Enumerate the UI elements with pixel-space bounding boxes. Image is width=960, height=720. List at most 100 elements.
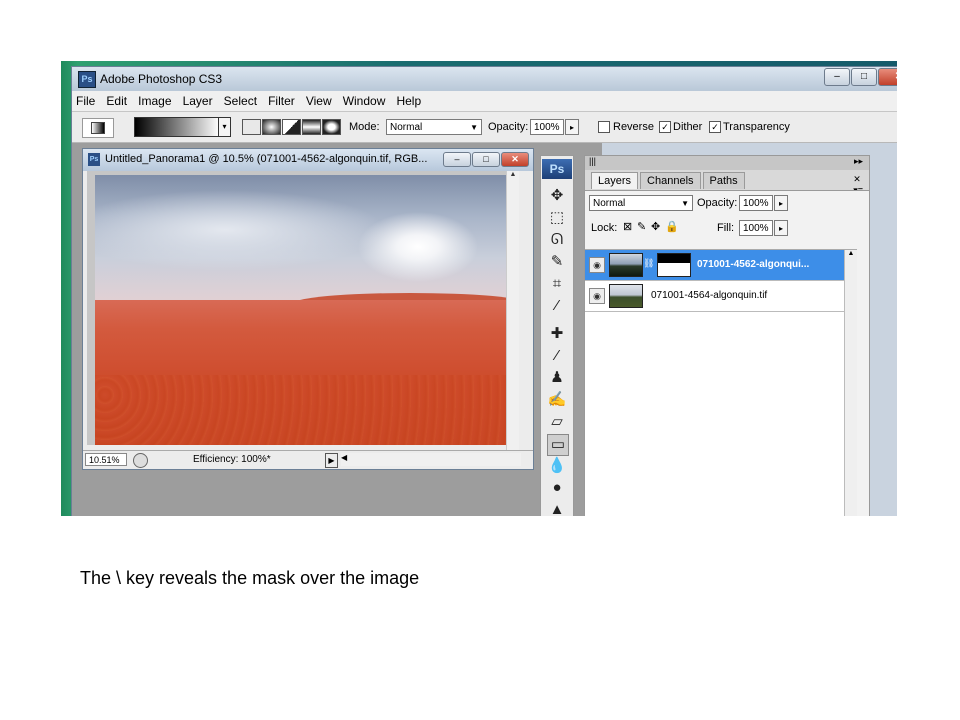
menu-view[interactable]: View bbox=[302, 91, 336, 108]
vertical-scrollbar[interactable]: ▲ ▼ bbox=[506, 171, 519, 467]
efficiency-status: Efficiency: 100%* bbox=[193, 454, 271, 465]
brush-tool-icon[interactable]: ⁄ bbox=[547, 346, 567, 366]
clone-stamp-tool-icon[interactable]: ♟ bbox=[547, 368, 567, 388]
opacity-input[interactable]: 100% bbox=[530, 119, 564, 135]
marquee-tool-icon[interactable]: ⬚ bbox=[547, 208, 567, 228]
history-brush-tool-icon[interactable]: ✍ bbox=[547, 390, 567, 410]
lasso-tool-icon[interactable]: ᘏ bbox=[547, 230, 567, 250]
layer-opacity-arrow-icon[interactable]: ▸ bbox=[774, 195, 788, 211]
blend-mode-select[interactable]: Normal ▼ bbox=[589, 195, 693, 211]
dodge-tool-icon[interactable]: ● bbox=[547, 478, 567, 498]
layers-scrollbar[interactable]: ▲ bbox=[844, 250, 857, 516]
horizontal-scrollbar[interactable]: ◀ bbox=[341, 453, 521, 466]
fill-input[interactable]: 100% bbox=[739, 220, 773, 236]
canvas-area[interactable]: ▲ ▼ bbox=[87, 171, 519, 467]
reflected-gradient-icon[interactable] bbox=[302, 119, 321, 135]
eraser-tool-icon[interactable]: ▱ bbox=[547, 412, 567, 432]
tab-paths[interactable]: Paths bbox=[702, 172, 745, 189]
mode-label: Mode: bbox=[349, 121, 380, 133]
gradient-tool-preset-icon[interactable] bbox=[82, 118, 114, 138]
menu-filter[interactable]: Filter bbox=[264, 91, 299, 108]
maximize-button[interactable]: □ bbox=[851, 68, 877, 86]
document-title-bar: Ps Untitled_Panorama1 @ 10.5% (071001-45… bbox=[83, 149, 533, 171]
lock-position-icon[interactable]: ✥ bbox=[651, 220, 660, 233]
lock-image-icon[interactable]: ✎ bbox=[637, 220, 646, 233]
visibility-eye-icon[interactable]: ◉ bbox=[589, 257, 605, 273]
screenshot: Ps Adobe Photoshop CS3 – □ ✕ File Edit I… bbox=[61, 61, 897, 516]
photoshop-app-icon: Ps bbox=[78, 71, 96, 88]
close-button[interactable]: ✕ bbox=[878, 68, 897, 86]
crop-tool-icon[interactable]: ⌗ bbox=[547, 274, 567, 294]
options-bar: ▾ Mode: Normal ▼ Opacity: 100% ▸ Reverse… bbox=[72, 112, 897, 143]
collapse-panel-icon[interactable]: ▸▸ bbox=[854, 156, 863, 167]
layers-panel: ||| ▸▸ Layers Channels Paths ✕▾≡ Normal … bbox=[584, 155, 870, 516]
status-menu-arrow-icon[interactable]: ▶ bbox=[325, 453, 338, 468]
minimize-button[interactable]: – bbox=[824, 68, 850, 86]
blend-mode-value: Normal bbox=[593, 198, 626, 209]
reverse-checkbox[interactable] bbox=[598, 121, 610, 133]
lock-all-icon[interactable]: 🔒 bbox=[665, 220, 679, 233]
document-title: Untitled_Panorama1 @ 10.5% (071001-4562-… bbox=[105, 153, 428, 165]
dither-label: Dither bbox=[673, 121, 703, 133]
slide-caption: The \ key reveals the mask over the imag… bbox=[80, 568, 420, 588]
window-title: Adobe Photoshop CS3 bbox=[100, 72, 223, 86]
layer-opacity-label: Opacity: bbox=[697, 197, 738, 209]
menu-select[interactable]: Select bbox=[220, 91, 261, 108]
opacity-slider-arrow-icon[interactable]: ▸ bbox=[565, 119, 579, 135]
layer-opacity-input[interactable]: 100% bbox=[739, 195, 773, 211]
gradient-tool-icon[interactable]: ▭ bbox=[547, 434, 569, 456]
tab-layers[interactable]: Layers bbox=[591, 172, 639, 189]
angle-gradient-icon[interactable] bbox=[282, 119, 301, 135]
doc-close-button[interactable]: ✕ bbox=[501, 152, 529, 167]
gradient-dropdown-arrow-icon[interactable]: ▾ bbox=[218, 117, 231, 137]
menu-image[interactable]: Image bbox=[134, 91, 175, 108]
radial-gradient-icon[interactable] bbox=[262, 119, 281, 135]
menu-help[interactable]: Help bbox=[392, 91, 425, 108]
navigator-icon[interactable] bbox=[133, 453, 148, 468]
diamond-gradient-icon[interactable] bbox=[322, 119, 341, 135]
mode-select[interactable]: Normal ▼ bbox=[386, 119, 482, 135]
window-controls: – □ ✕ bbox=[823, 68, 897, 86]
layer-name[interactable]: 071001-4562-algonqui... bbox=[697, 259, 809, 270]
layer-name[interactable]: 071001-4564-algonquin.tif bbox=[651, 290, 767, 301]
panel-grip-icon[interactable]: ||| bbox=[589, 156, 596, 166]
mask-link-chain-icon[interactable]: ⛓ bbox=[643, 258, 654, 269]
photoshop-window: Ps Adobe Photoshop CS3 – □ ✕ File Edit I… bbox=[71, 66, 897, 516]
gradient-picker[interactable] bbox=[134, 117, 220, 137]
tab-channels[interactable]: Channels bbox=[640, 172, 701, 189]
menu-edit[interactable]: Edit bbox=[102, 91, 131, 108]
linear-gradient-icon[interactable] bbox=[242, 119, 261, 135]
layer-thumbnail[interactable] bbox=[609, 284, 643, 308]
menu-layer[interactable]: Layer bbox=[179, 91, 217, 108]
layer-thumbnail[interactable] bbox=[609, 253, 643, 277]
layer-row-selected[interactable]: ◉ ⛓ 071001-4562-algonqui... bbox=[585, 250, 855, 281]
scroll-up-icon[interactable]: ▲ bbox=[507, 171, 519, 183]
healing-brush-tool-icon[interactable]: ✚ bbox=[547, 324, 567, 344]
quick-selection-tool-icon[interactable]: ✎ bbox=[547, 252, 567, 272]
eyedropper-tool-icon[interactable]: ⁄ bbox=[547, 296, 567, 316]
menu-file[interactable]: File bbox=[72, 91, 99, 108]
panel-tabs: Layers Channels Paths bbox=[591, 172, 747, 189]
doc-maximize-button[interactable]: □ bbox=[472, 152, 500, 167]
doc-minimize-button[interactable]: – bbox=[443, 152, 471, 167]
pen-tool-icon[interactable]: ▲ bbox=[547, 500, 567, 516]
workspace: Ps Untitled_Panorama1 @ 10.5% (071001-45… bbox=[72, 143, 602, 516]
layer-row[interactable]: ◉ 071001-4564-algonquin.tif bbox=[585, 281, 855, 312]
menu-window[interactable]: Window bbox=[339, 91, 390, 108]
photoshop-logo[interactable]: Ps bbox=[542, 159, 572, 179]
layers-body: Normal ▼ Opacity: 100% ▸ Lock: ⊠ ✎ ✥ 🔒 F… bbox=[585, 190, 869, 516]
transparency-checkbox[interactable]: ✓ bbox=[709, 121, 721, 133]
dither-checkbox[interactable]: ✓ bbox=[659, 121, 671, 133]
sky-region bbox=[95, 175, 507, 313]
move-tool-icon[interactable]: ✥ bbox=[547, 186, 567, 206]
zoom-level-field[interactable]: 10.51% bbox=[85, 453, 127, 466]
fill-arrow-icon[interactable]: ▸ bbox=[774, 220, 788, 236]
layer-mask-thumbnail[interactable] bbox=[657, 253, 691, 277]
lock-transparent-icon[interactable]: ⊠ bbox=[623, 220, 632, 233]
document-window: Ps Untitled_Panorama1 @ 10.5% (071001-45… bbox=[82, 148, 534, 470]
visibility-eye-icon[interactable]: ◉ bbox=[589, 288, 605, 304]
panorama-image-with-mask-overlay[interactable] bbox=[95, 175, 507, 445]
status-bar: 10.51% Efficiency: 100%* ▶ ◀ bbox=[83, 450, 533, 469]
chevron-down-icon: ▼ bbox=[470, 123, 478, 132]
blur-tool-icon[interactable]: 💧 bbox=[547, 456, 567, 476]
